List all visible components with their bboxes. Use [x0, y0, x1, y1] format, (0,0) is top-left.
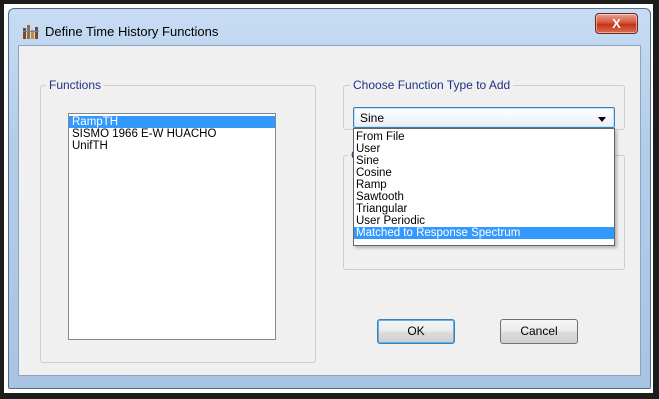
backdrop-right [653, 0, 659, 399]
function-type-option[interactable]: Sawtooth [354, 191, 614, 203]
functions-list-item[interactable]: SISMO 1966 E-W HUACHO [69, 128, 275, 140]
functions-group-label: Functions [46, 78, 105, 92]
app-icon [23, 25, 39, 39]
title-bar[interactable]: Define Time History Functions X [9, 9, 650, 45]
functions-groupbox: Functions RampTH SISMO 1966 E-W HUACHO Uni… [40, 78, 316, 363]
function-type-option[interactable]: Ramp [354, 179, 614, 191]
functions-listbox[interactable]: RampTH SISMO 1966 E-W HUACHO UnifTH [68, 113, 276, 340]
backdrop-left [0, 0, 4, 399]
chevron-down-icon [598, 117, 606, 122]
functions-list-item[interactable]: UnifTH [69, 140, 275, 152]
function-type-option[interactable]: Matched to Response Spectrum [354, 227, 614, 239]
function-type-option[interactable]: Sine [354, 155, 614, 167]
window-title: Define Time History Functions [45, 24, 219, 39]
close-button[interactable]: X [595, 13, 638, 34]
dialog-client-area: Functions RampTH SISMO 1966 E-W HUACHO Uni… [18, 45, 641, 376]
function-type-option[interactable]: From File [354, 131, 614, 143]
function-type-option[interactable]: Triangular [354, 203, 614, 215]
cancel-button[interactable]: Cancel [500, 319, 578, 344]
functions-list-item[interactable]: RampTH [69, 116, 275, 128]
dialog-window: Define Time History Functions X Function… [8, 8, 651, 389]
function-type-dropdown[interactable]: From File User Sine Cosine Ramp Sawtooth Trian… [353, 128, 615, 246]
backdrop-top [0, 0, 659, 4]
ok-button[interactable]: OK [377, 319, 455, 344]
function-type-select-value: Sine [360, 111, 385, 125]
function-type-option[interactable]: User Periodic [354, 215, 614, 227]
function-type-select[interactable]: Sine [353, 107, 615, 128]
function-type-option[interactable]: User [354, 143, 614, 155]
function-type-option[interactable]: Cosine [354, 167, 614, 179]
close-icon: X [612, 16, 621, 31]
backdrop-bottom [0, 393, 659, 399]
choose-function-type-label: Choose Function Type to Add [350, 78, 514, 92]
